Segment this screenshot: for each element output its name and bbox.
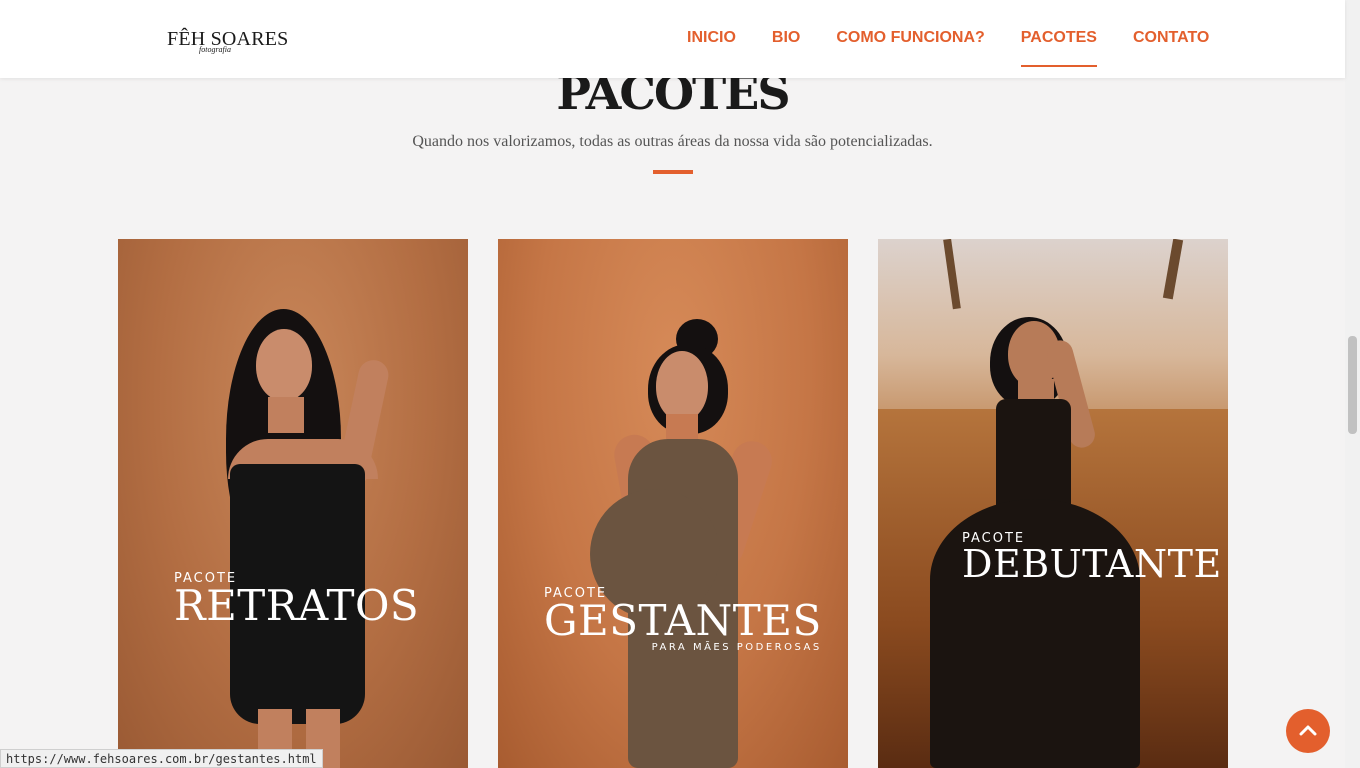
- card-label-debutante: PACOTE DEBUTANTE: [962, 532, 1222, 583]
- package-card-debutante[interactable]: PACOTE DEBUTANTE: [878, 239, 1228, 768]
- package-card-retratos[interactable]: PACOTE RETRATOS: [118, 239, 468, 768]
- card-label-title: DEBUTANTE: [962, 542, 1222, 586]
- nav-item-inicio[interactable]: INICIO: [687, 29, 736, 47]
- logo-tagline: fotografia: [199, 45, 232, 54]
- site-logo[interactable]: FÊH SOARES fotografia: [167, 29, 288, 54]
- link-status-bar: https://www.fehsoares.com.br/gestantes.h…: [0, 749, 323, 768]
- package-card-gestantes[interactable]: PACOTE GESTANTES PARA MÃES PODEROSAS: [498, 239, 848, 768]
- site-header: FÊH SOARES fotografia INICIO BIO COMO FU…: [0, 0, 1345, 78]
- title-divider: [653, 170, 693, 174]
- chevron-up-icon: [1299, 725, 1317, 736]
- card-label-title: GESTANTES: [544, 596, 822, 645]
- photo-pregnant-woman: [498, 239, 848, 768]
- photo-woman-portrait: [118, 239, 468, 768]
- nav-item-pacotes[interactable]: PACOTES: [1020, 29, 1098, 67]
- section-subtitle: Quando nos valorizamos, todas as outras …: [412, 133, 933, 150]
- back-to-top-button[interactable]: [1286, 709, 1330, 753]
- nav-item-contato[interactable]: CONTATO: [1133, 29, 1209, 47]
- main-nav: INICIO BIO COMO FUNCIONA? PACOTES CONTAT…: [687, 29, 1209, 67]
- card-label-title: RETRATOS: [174, 581, 420, 630]
- nav-item-como-funciona[interactable]: COMO FUNCIONA?: [836, 29, 984, 47]
- photo-debutante-field: [878, 239, 1228, 768]
- card-label-retratos: PACOTE RETRATOS: [174, 572, 419, 627]
- scrollbar-thumb[interactable]: [1348, 336, 1357, 434]
- page-scrollbar[interactable]: [1345, 0, 1360, 768]
- card-label-gestantes: PACOTE GESTANTES PARA MÃES PODEROSAS: [544, 587, 822, 654]
- nav-item-bio[interactable]: BIO: [772, 29, 800, 47]
